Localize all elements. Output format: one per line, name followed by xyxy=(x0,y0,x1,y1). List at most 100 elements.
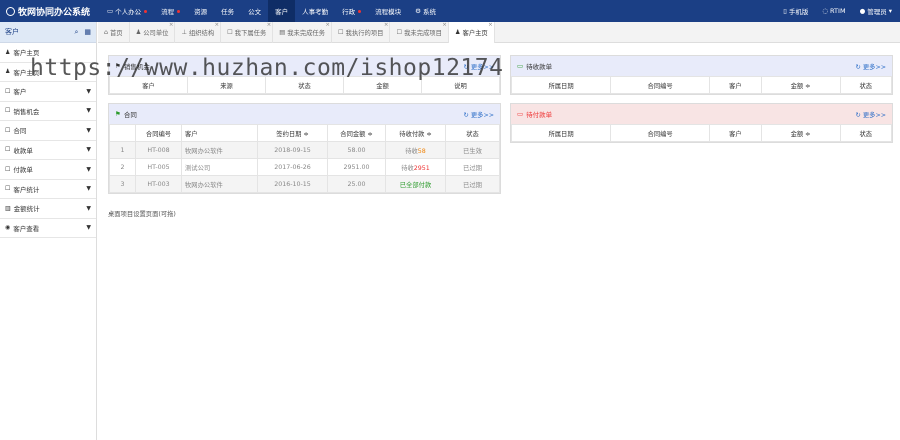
table-row[interactable]: 3 HT-003 牧网办公软件 2016-10-15 25.00 已全部付款 已… xyxy=(109,175,500,193)
column-header[interactable]: 待收付款 ≑ xyxy=(385,124,446,142)
nav-item-hr[interactable]: 人事考勤 xyxy=(295,0,335,22)
top-bar: 牧网协同办公系统 ▭ 个人办公 流程 资源 任务 公文 客户 人事考勤 行政 流程… xyxy=(0,0,900,22)
app-brand[interactable]: 牧网协同办公系统 xyxy=(0,5,100,18)
nav-item-task[interactable]: 任务 xyxy=(214,0,241,22)
flag-icon: ⚑ xyxy=(115,110,121,118)
money-icon: ▭ xyxy=(517,110,524,118)
status-badge: 已过期 xyxy=(445,158,500,176)
close-icon[interactable]: × xyxy=(488,22,493,28)
column-header[interactable]: 合同编号 xyxy=(610,76,711,94)
column-header[interactable]: 状态 xyxy=(839,124,893,142)
sidebar-item-customer-view[interactable]: ◉ 客户查看 ▼ xyxy=(0,219,96,238)
tab-org[interactable]: ⊥ 组织结构 × xyxy=(175,22,222,43)
panel-payable: ▭ 待付款单 ↻ 更多>> 所属日期 合同编号 客户 金额 ≑ 状态 xyxy=(510,103,893,143)
column-header[interactable]: 客户 xyxy=(181,124,258,142)
column-header[interactable]: 签约日期 ≑ xyxy=(257,124,328,142)
column-header xyxy=(109,124,136,142)
close-icon[interactable]: × xyxy=(384,22,389,28)
nav-item-admin[interactable]: 行政 xyxy=(335,0,368,22)
desktop-settings-note[interactable]: 桌面项目设置页面(可拖) xyxy=(108,209,176,218)
table-row[interactable]: 2 HT-005 测试公司 2017-06-26 2951.00 待收2951 … xyxy=(109,158,500,176)
chevron-down-icon: ▾ xyxy=(888,7,892,15)
chevron-down-icon: ▼ xyxy=(86,165,91,173)
logo-icon xyxy=(6,6,15,16)
close-icon[interactable]: × xyxy=(215,22,220,28)
row-number: 3 xyxy=(109,175,136,193)
list-icon: ☐ xyxy=(5,146,11,154)
search-icon[interactable]: ⌕ xyxy=(74,28,78,37)
user-menu[interactable]: ● 管理员 ▾ xyxy=(860,6,892,16)
close-icon[interactable]: × xyxy=(325,22,330,28)
table-row[interactable]: 1 HT-008 牧网办公软件 2018-09-15 58.00 待收58 已生… xyxy=(109,141,500,159)
avatar: ● xyxy=(859,7,866,15)
contract-amount: 25.00 xyxy=(327,175,386,193)
sitemap-icon: ⊥ xyxy=(181,29,187,36)
chevron-down-icon: ▼ xyxy=(86,87,91,95)
sign-date: 2017-06-26 xyxy=(257,158,328,176)
sidebar-item-customer-stats[interactable]: ☐ 客户统计 ▼ xyxy=(0,180,96,199)
sidebar-item-customer[interactable]: ☐ 客户 ▼ xyxy=(0,82,96,102)
badge-dot xyxy=(177,9,181,13)
tab-home[interactable]: ⌂ 首页 xyxy=(98,22,130,43)
nav-item-document[interactable]: 公文 xyxy=(241,0,268,22)
list-icon: ☐ xyxy=(5,87,11,95)
sidebar-item-contract[interactable]: ☐ 合同 ▼ xyxy=(0,121,96,141)
money-icon: ▭ xyxy=(517,62,524,70)
payable-table: 所属日期 合同编号 客户 金额 ≑ 状态 xyxy=(510,124,893,142)
nav-item-customer[interactable]: 客户 xyxy=(268,0,296,22)
close-icon[interactable]: × xyxy=(169,22,174,28)
receivable-table: 所属日期 合同编号 客户 金额 ≑ 状态 xyxy=(510,76,893,94)
column-header[interactable]: 所属日期 xyxy=(510,124,612,142)
close-icon[interactable]: × xyxy=(267,22,272,28)
tab-sub-tasks[interactable]: ☐ 我下属任务 × xyxy=(221,22,274,43)
eye-icon: ◉ xyxy=(5,224,11,232)
close-icon[interactable]: × xyxy=(442,22,447,28)
nav-item-resource[interactable]: 资源 xyxy=(187,0,214,22)
sidebar-item-amount-stats[interactable]: ▥ 金额统计 ▼ xyxy=(0,199,96,219)
list-icon: ☐ xyxy=(338,29,344,36)
chevron-down-icon: ▼ xyxy=(86,185,91,193)
nav-item-personal[interactable]: ▭ 个人办公 xyxy=(100,0,154,22)
tab-company[interactable]: ♟ 公司单位 × xyxy=(130,22,176,43)
more-link[interactable]: ↻ 更多>> xyxy=(856,62,886,71)
column-header[interactable]: 所属日期 xyxy=(510,76,612,94)
status-badge: 已生效 xyxy=(445,141,500,159)
grid-icon[interactable]: ▦ xyxy=(84,28,91,37)
rtim-link[interactable]: ◌ RTIM xyxy=(822,6,845,16)
chevron-down-icon: ▼ xyxy=(86,107,91,115)
list-icon: ☐ xyxy=(396,29,403,36)
column-header[interactable]: 合同编号 xyxy=(610,124,711,142)
panel-receivable: ▭ 待收款单 ↻ 更多>> 所属日期 合同编号 客户 金额 ≑ 状态 xyxy=(510,55,893,95)
chevron-down-icon: ▼ xyxy=(86,146,91,154)
column-header[interactable]: 金额 ≑ xyxy=(760,76,841,94)
nav-item-flow[interactable]: 流程 xyxy=(154,0,187,22)
column-header[interactable]: 状态 xyxy=(839,76,893,94)
refresh-icon: ↻ xyxy=(855,63,861,71)
list-icon: ☐ xyxy=(227,29,233,36)
tab-customer-home[interactable]: ♟ 客户主页 × xyxy=(448,22,495,43)
sidebar-item-payment[interactable]: ☐ 付款单 ▼ xyxy=(0,160,96,180)
mobile-link[interactable]: ▯ 手机版 xyxy=(783,6,808,16)
tab-my-projects[interactable]: ☐ 我执行的项目 × xyxy=(332,22,391,43)
chat-icon: ◌ xyxy=(822,7,829,15)
more-link[interactable]: ↻ 更多>> xyxy=(464,110,494,119)
column-header[interactable]: 金额 ≑ xyxy=(760,124,841,142)
sidebar-item-opportunity[interactable]: ☐ 销售机会 ▼ xyxy=(0,102,96,121)
nav-item-system[interactable]: ⚙ 系统 xyxy=(408,0,443,22)
pending-amount: 已全部付款 xyxy=(385,175,446,193)
row-number: 2 xyxy=(109,158,136,176)
contract-code: HT-008 xyxy=(135,141,182,159)
column-header[interactable]: 客户 xyxy=(709,124,762,142)
sign-date: 2018-09-15 xyxy=(257,141,328,159)
column-header[interactable]: 合同金额 ≑ xyxy=(327,124,386,142)
list-icon: ☐ xyxy=(5,126,11,134)
sidebar-item-receipt[interactable]: ☐ 收款单 ▼ xyxy=(0,141,96,160)
panel-contracts: ⚑ 合同 ↻ 更多>> 合同编号 客户 签约日期 ≑ 合同金额 ≑ 待收付款 ≑… xyxy=(108,103,501,194)
column-header[interactable]: 合同编号 xyxy=(135,124,182,142)
tab-unfinished-projects[interactable]: ☐ 我未完成项目 × xyxy=(390,22,449,43)
tab-unfinished-tasks[interactable]: ▤ 我未完成任务 × xyxy=(273,22,332,43)
column-header[interactable]: 状态 xyxy=(445,124,500,142)
column-header[interactable]: 客户 xyxy=(709,76,762,94)
more-link[interactable]: ↻ 更多>> xyxy=(856,110,886,119)
nav-item-flow-module[interactable]: 流程模块 xyxy=(368,0,408,22)
